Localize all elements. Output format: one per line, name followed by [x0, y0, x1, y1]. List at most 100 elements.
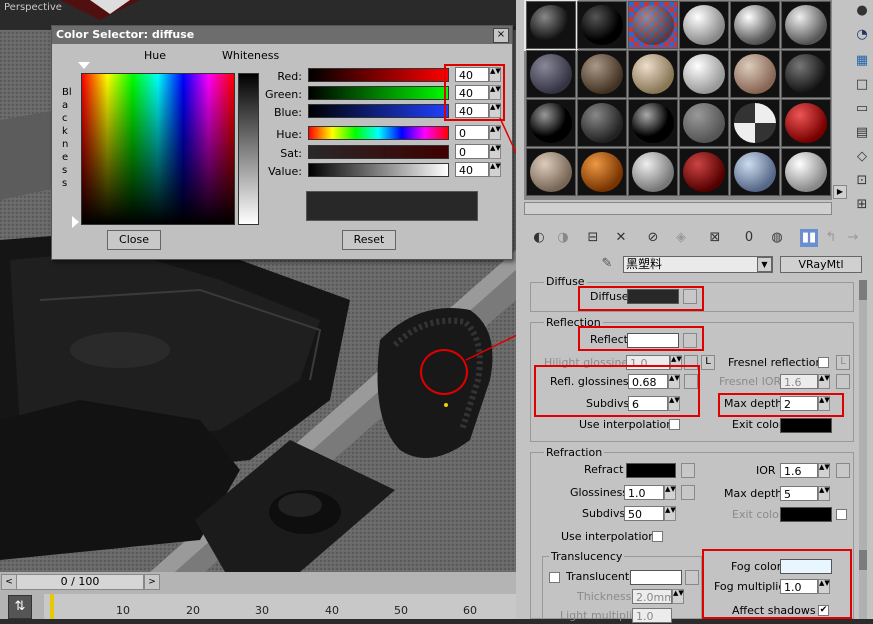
fresnel-checkbox[interactable] — [818, 357, 829, 368]
sample-slot[interactable] — [628, 50, 678, 98]
blue-spinner-icon[interactable]: ▲▼ — [489, 103, 501, 118]
light-multiplier-input[interactable]: 1.0 — [632, 608, 672, 623]
sample-type-icon[interactable]: ● — [853, 2, 871, 20]
fog-multiplier-input[interactable]: 1.0 — [780, 579, 818, 594]
time-slider[interactable]: 0 / 100 — [16, 574, 144, 590]
fresnel-ior-spinner-icon[interactable]: ▲▼ — [818, 374, 830, 389]
chevron-down-icon[interactable]: ▼ — [757, 257, 772, 272]
time-cursor[interactable] — [50, 594, 54, 619]
sample-slot[interactable] — [628, 148, 678, 196]
reflect-map-button[interactable] — [683, 333, 697, 348]
refl-subdivs-input[interactable]: 6 — [628, 396, 668, 411]
ior-map-button[interactable] — [836, 463, 850, 478]
slots-scrollbar[interactable] — [524, 202, 832, 215]
refl-use-interpolation-checkbox[interactable] — [669, 419, 680, 430]
options-icon[interactable]: ◇ — [853, 148, 871, 166]
get-material-icon[interactable]: ◐ — [530, 229, 548, 247]
refr-max-depth-spinner-icon[interactable]: ▲▼ — [818, 486, 830, 501]
sample-slot[interactable] — [781, 99, 831, 147]
sample-slot[interactable] — [679, 50, 729, 98]
sample-slot[interactable] — [577, 148, 627, 196]
sample-slot[interactable] — [781, 1, 831, 49]
green-slider[interactable] — [308, 86, 449, 100]
refr-glossiness-spinner-icon[interactable]: ▲▼ — [664, 485, 676, 500]
reflect-color-swatch[interactable] — [627, 333, 679, 348]
blue-slider[interactable] — [308, 104, 449, 118]
sample-slot[interactable] — [730, 99, 780, 147]
video-color-icon[interactable]: ▭ — [853, 100, 871, 118]
reset-map-icon[interactable]: ✕ — [612, 229, 630, 247]
refl-max-depth-spinner-icon[interactable]: ▲▼ — [818, 396, 830, 411]
value-spinner-icon[interactable]: ▲▼ — [489, 162, 501, 177]
sample-slot[interactable] — [679, 148, 729, 196]
time-next-button[interactable]: > — [144, 574, 160, 590]
green-spinner-icon[interactable]: ▲▼ — [489, 85, 501, 100]
refl-glossiness-map-button[interactable] — [684, 374, 698, 389]
refl-glossiness-spinner-icon[interactable]: ▲▼ — [668, 374, 680, 389]
value-slider[interactable] — [308, 163, 449, 177]
ior-spinner-icon[interactable]: ▲▼ — [818, 463, 830, 478]
backlight-icon[interactable]: ◔ — [853, 26, 871, 44]
scroll-right-icon[interactable]: ▶ — [833, 185, 847, 199]
translucent-checkbox[interactable] — [549, 572, 560, 583]
thickness-spinner-icon[interactable]: ▲▼ — [672, 589, 684, 604]
dialog-title-bar[interactable]: Color Selector: diffuse — [52, 26, 512, 44]
sample-slot[interactable] — [730, 148, 780, 196]
material-effects-icon[interactable]: ⊠ — [706, 229, 724, 247]
sample-slot[interactable] — [679, 1, 729, 49]
hilight-glossiness-input[interactable]: 1.0 — [626, 355, 670, 370]
sample-slot[interactable] — [781, 50, 831, 98]
sample-slot[interactable] — [730, 50, 780, 98]
green-input[interactable]: 40 — [455, 85, 489, 100]
close-button[interactable]: Close — [107, 230, 161, 250]
refr-use-interpolation-checkbox[interactable] — [652, 531, 663, 542]
refl-max-depth-input[interactable]: 2 — [780, 396, 818, 411]
refl-exit-color-swatch[interactable] — [780, 418, 832, 433]
material-name-field[interactable]: 黑塑料 — [623, 256, 773, 273]
refr-max-depth-input[interactable]: 5 — [780, 486, 818, 501]
put-to-scene-icon[interactable]: ◑ — [554, 229, 572, 247]
refl-glossiness-input[interactable]: 0.68 — [628, 374, 668, 389]
sat-input[interactable]: 0 — [455, 144, 489, 159]
go-forward-sibling-icon[interactable]: → — [844, 229, 862, 247]
select-by-material-icon[interactable]: ⊡ — [853, 172, 871, 190]
sat-slider[interactable] — [308, 145, 449, 159]
sample-slot[interactable] — [628, 99, 678, 147]
refl-subdivs-spinner-icon[interactable]: ▲▼ — [668, 396, 680, 411]
sample-slot[interactable] — [577, 1, 627, 49]
make-unique-icon[interactable]: ⊘ — [644, 229, 662, 247]
material-type-button[interactable]: VRayMtl — [780, 256, 862, 273]
sample-slot[interactable] — [577, 99, 627, 147]
fog-multiplier-spinner-icon[interactable]: ▲▼ — [818, 579, 830, 594]
make-preview-icon[interactable]: ▤ — [853, 124, 871, 142]
refract-map-button[interactable] — [681, 463, 695, 478]
refr-glossiness-input[interactable]: 1.0 — [624, 485, 664, 500]
red-spinner-icon[interactable]: ▲▼ — [489, 67, 501, 82]
background-icon[interactable]: ▦ — [853, 52, 871, 70]
refr-glossiness-map-button[interactable] — [681, 485, 695, 500]
hue-slider[interactable] — [308, 126, 449, 140]
go-to-parent-icon[interactable]: ↰ — [822, 229, 840, 247]
material-navigator-icon[interactable]: ⊞ — [853, 196, 871, 214]
hue-input[interactable]: 0 — [455, 125, 489, 140]
fog-color-swatch[interactable] — [780, 559, 832, 574]
refract-color-swatch[interactable] — [626, 463, 676, 478]
effects-channel-value[interactable]: 0 — [740, 229, 758, 247]
sample-slot[interactable] — [526, 99, 576, 147]
translucent-map-button[interactable] — [685, 570, 699, 585]
refr-subdivs-spinner-icon[interactable]: ▲▼ — [664, 506, 676, 521]
affect-shadows-checkbox[interactable]: ✔ — [818, 605, 829, 616]
pick-material-icon[interactable]: ✎ — [598, 255, 616, 273]
scrollbar-thumb[interactable] — [859, 280, 867, 300]
sample-slot[interactable] — [577, 50, 627, 98]
refr-subdivs-input[interactable]: 50 — [624, 506, 664, 521]
sample-slot[interactable] — [526, 148, 576, 196]
ior-input[interactable]: 1.6 — [780, 463, 818, 478]
hue-pointer-icon[interactable] — [78, 62, 90, 69]
hue-spinner-icon[interactable]: ▲▼ — [489, 125, 501, 140]
refr-exit-color-swatch[interactable] — [780, 507, 832, 522]
close-icon[interactable]: × — [493, 28, 509, 43]
track-ruler[interactable]: 10 20 30 40 50 60 — [44, 594, 516, 619]
red-input[interactable]: 40 — [455, 67, 489, 82]
hilight-lock-button[interactable]: L — [701, 355, 715, 370]
